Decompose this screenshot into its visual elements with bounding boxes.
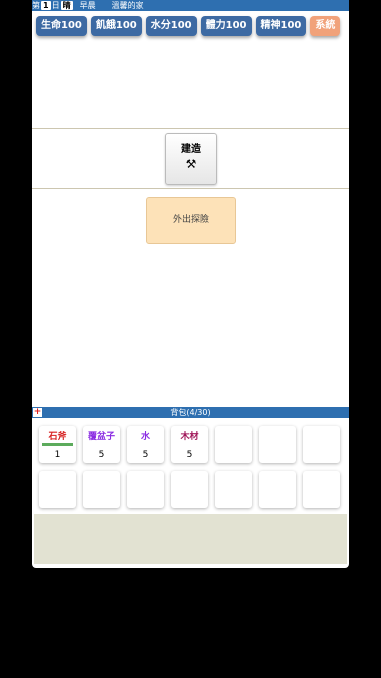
- divider-bottom: [32, 188, 349, 189]
- inventory-slot-empty[interactable]: [259, 426, 296, 463]
- stat-row: 生命100 飢餓100 水分100 體力100 精神100 系統: [36, 16, 341, 36]
- inventory-grid: 石斧 1 覆盆子 5 水 5 木材 5: [39, 426, 345, 508]
- weather-badge: 晴: [60, 1, 73, 10]
- item-name: 覆盆子: [87, 432, 115, 442]
- inventory-slot-empty[interactable]: [215, 426, 252, 463]
- system-button[interactable]: 系統: [310, 16, 341, 36]
- stat-spirit[interactable]: 精神100: [255, 16, 307, 36]
- item-qty: 5: [142, 450, 149, 460]
- stat-hunger[interactable]: 飢餓100: [90, 16, 142, 36]
- stat-stamina[interactable]: 體力100: [200, 16, 252, 36]
- item-name: 石斧: [48, 432, 67, 442]
- inventory-slot-empty[interactable]: [303, 426, 340, 463]
- item-qty: 1: [54, 450, 61, 460]
- item-qty: 5: [186, 450, 193, 460]
- time-of-day: 早晨: [79, 1, 96, 10]
- divider-top: [32, 128, 349, 129]
- build-label: 建造: [181, 144, 201, 155]
- inventory-slot-empty[interactable]: [171, 471, 208, 508]
- inventory-slot-empty[interactable]: [39, 471, 76, 508]
- inventory-slot-empty[interactable]: [259, 471, 296, 508]
- outing-label: 外出探險: [172, 215, 209, 225]
- stat-water[interactable]: 水分100: [145, 16, 197, 36]
- status-bar: 第 1 日 晴 早晨 溫馨的家: [32, 0, 349, 11]
- day-prefix: 第: [32, 1, 40, 10]
- inventory-slot-empty[interactable]: [303, 471, 340, 508]
- inventory-slot[interactable]: 水 5: [127, 426, 164, 463]
- expand-bag-button[interactable]: +: [33, 408, 42, 417]
- item-name: 水: [140, 432, 150, 442]
- inventory-slot-empty[interactable]: [127, 471, 164, 508]
- location-label: 溫馨的家: [111, 1, 144, 10]
- day-suffix: 日: [51, 1, 60, 10]
- bag-title: 背包(4/30): [170, 408, 211, 417]
- day-number: 1: [41, 1, 51, 10]
- inventory-slot-empty[interactable]: [83, 471, 120, 508]
- message-panel: [34, 514, 347, 564]
- hammer-pick-icon: ⚒: [185, 157, 197, 171]
- item-qty: 5: [98, 450, 105, 460]
- bag-header: + 背包(4/30): [32, 407, 349, 418]
- inventory-slot[interactable]: 木材 5: [171, 426, 208, 463]
- inventory-slot-empty[interactable]: [215, 471, 252, 508]
- stat-health[interactable]: 生命100: [36, 16, 87, 36]
- durability-bar: [42, 443, 73, 446]
- inventory-slot[interactable]: 石斧 1: [39, 426, 76, 463]
- item-name: 木材: [180, 432, 199, 442]
- outing-button[interactable]: 外出探險: [146, 197, 236, 244]
- inventory-slot[interactable]: 覆盆子 5: [83, 426, 120, 463]
- build-button[interactable]: 建造 ⚒: [165, 133, 217, 185]
- game-screen: 第 1 日 晴 早晨 溫馨的家 生命100 飢餓100 水分100 體力100 …: [32, 0, 349, 568]
